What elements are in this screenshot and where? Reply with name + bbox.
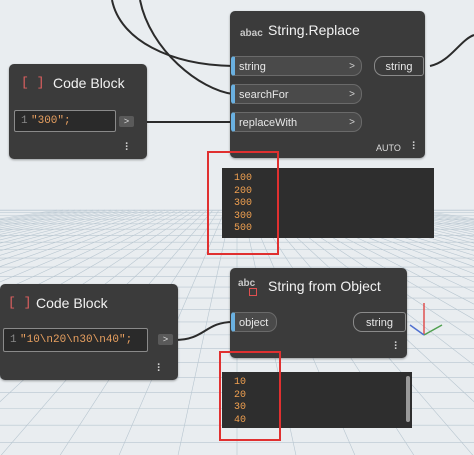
node-title: String from Object <box>268 278 381 294</box>
input-port-searchfor[interactable]: searchFor > <box>231 84 362 104</box>
chevron-right-icon: > <box>349 89 355 100</box>
output-port-string[interactable]: string <box>353 312 406 332</box>
abac-icon: abac <box>240 28 263 39</box>
highlight-box <box>219 351 281 441</box>
code-block-node-1[interactable]: [ ] Code Block 1 "300"; > · · · <box>9 64 147 159</box>
code-block-icon: [ ] <box>21 75 45 90</box>
node-title: Code Block <box>36 295 108 311</box>
node-title: String.Replace <box>268 22 360 38</box>
preview-scrollbar[interactable] <box>406 376 410 422</box>
line-number: 1 <box>21 115 28 127</box>
code-text: "10\n20\n30\n40"; <box>20 334 133 346</box>
code-text: "300"; <box>31 115 71 127</box>
string-replace-node[interactable]: abac String.Replace string > searchFor >… <box>230 11 425 158</box>
output-port[interactable]: > <box>119 116 134 127</box>
input-port-string[interactable]: string > <box>231 56 362 76</box>
node-menu-icon[interactable]: · · · <box>157 360 161 377</box>
chevron-right-icon: > <box>349 117 355 128</box>
wire-to-object <box>174 321 234 341</box>
dynamo-canvas[interactable]: [ ] Code Block 1 "300"; > · · · abac Strin… <box>0 0 474 455</box>
output-port-string[interactable]: string <box>374 56 424 76</box>
node-menu-icon[interactable]: · · · <box>412 138 416 155</box>
node-menu-icon[interactable]: · · · <box>394 338 398 355</box>
node-title: Code Block <box>53 75 125 91</box>
line-number: 1 <box>10 334 17 346</box>
lacing-label[interactable]: AUTO <box>376 143 401 153</box>
code-block-node-2[interactable]: [ ] Code Block 1 "10\n20\n30\n40"; > · · · <box>0 284 178 380</box>
code-editor[interactable]: 1 "300"; <box>14 110 116 132</box>
code-editor[interactable]: 1 "10\n20\n30\n40"; <box>3 328 148 352</box>
abc-icon-box <box>249 288 257 296</box>
chevron-right-icon: > <box>349 61 355 72</box>
output-port[interactable]: > <box>158 334 173 345</box>
input-port-replacewith[interactable]: replaceWith > <box>231 112 362 132</box>
node-menu-icon[interactable]: · · · <box>125 139 129 156</box>
code-block-icon: [ ] <box>8 295 32 310</box>
string-from-object-node[interactable]: abc String from Object object string · · · <box>230 268 407 358</box>
axis-z-line <box>409 324 425 336</box>
highlight-box <box>207 151 279 255</box>
input-port-object[interactable]: object <box>231 312 277 332</box>
